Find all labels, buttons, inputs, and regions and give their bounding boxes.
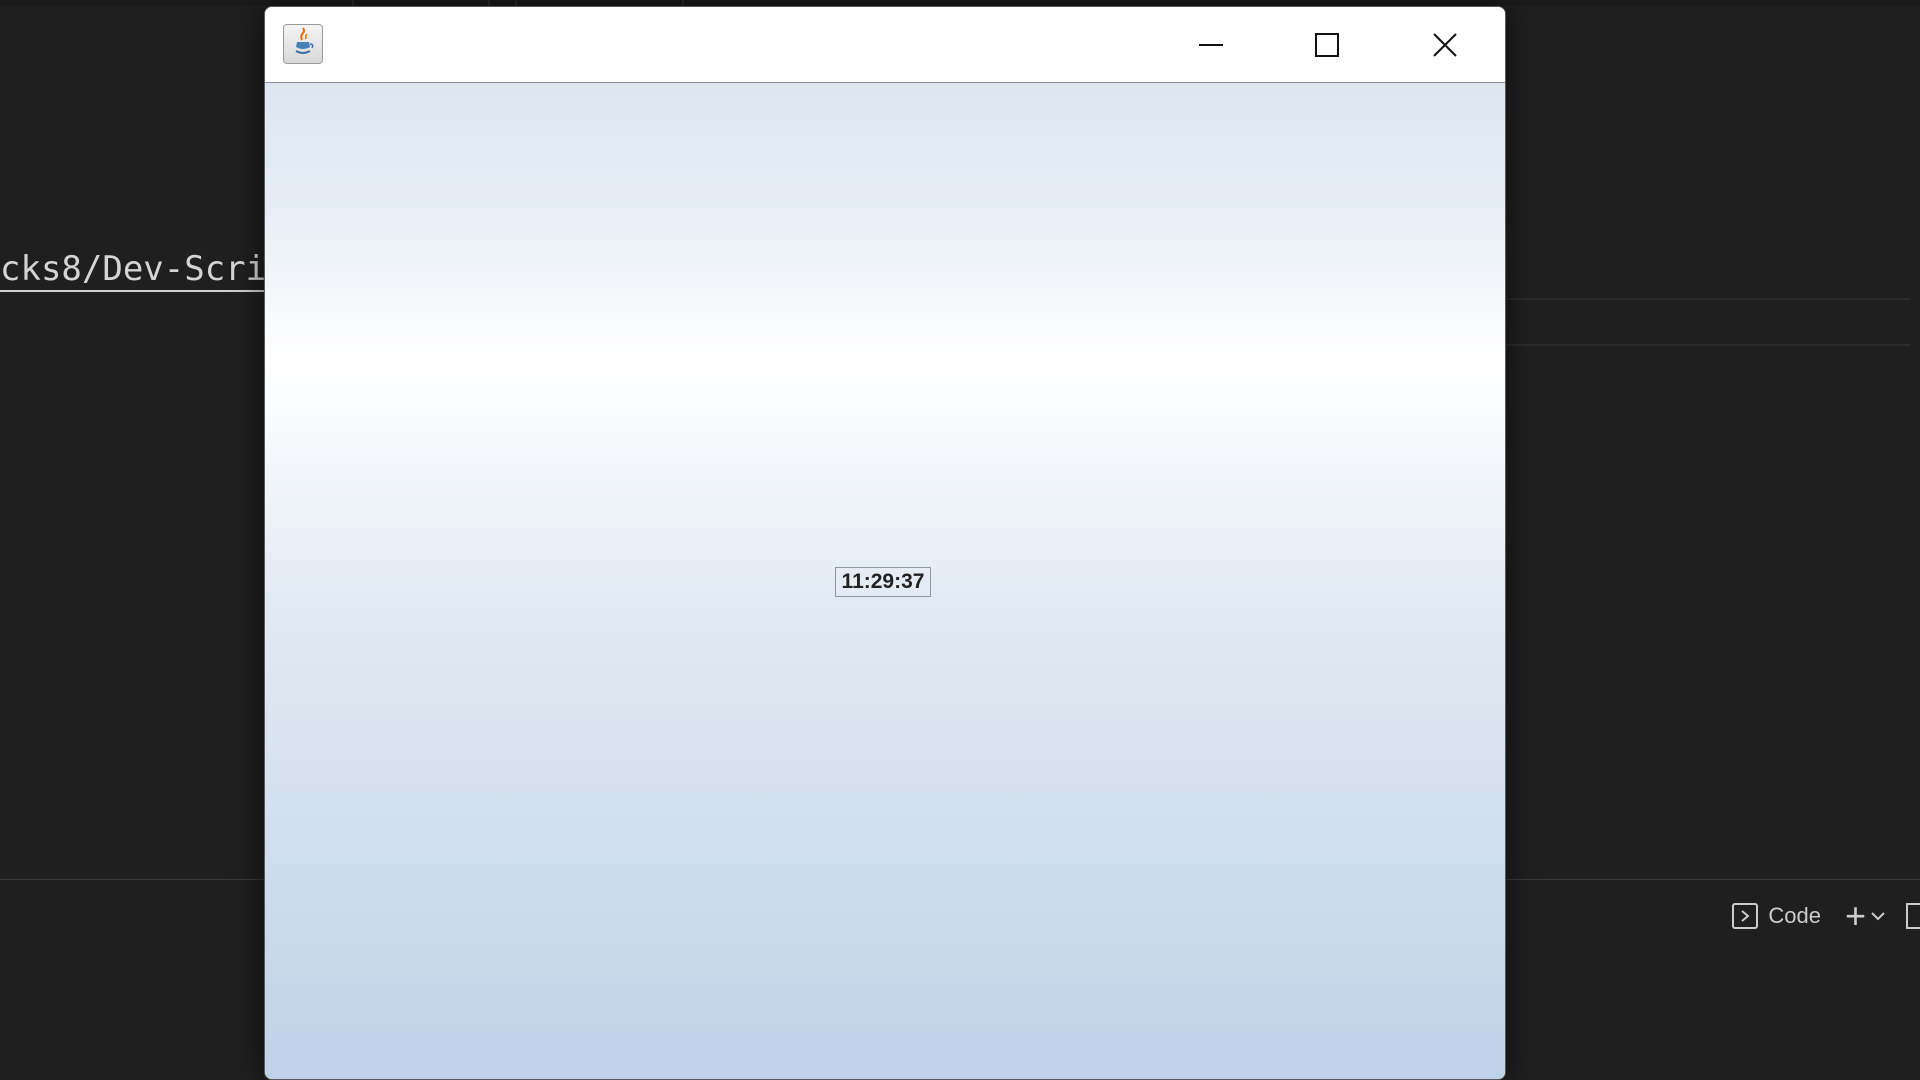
maximize-icon — [1315, 32, 1339, 57]
minimize-icon — [1199, 43, 1223, 46]
editor-divider — [1504, 344, 1910, 346]
java-icon[interactable] — [283, 24, 323, 64]
clock-label: 11:29:37 — [835, 567, 931, 597]
close-button[interactable] — [1387, 7, 1503, 82]
chevron-down-icon[interactable] — [1870, 908, 1886, 924]
split-icon[interactable] — [1906, 903, 1920, 929]
editor-link-text[interactable]: cks8/Dev-Scri — [0, 248, 271, 292]
close-icon — [1433, 32, 1457, 57]
terminal-icon[interactable] — [1732, 903, 1759, 929]
title-bar[interactable] — [265, 7, 1505, 83]
window-content: 11:29:37 — [265, 83, 1505, 1079]
terminal-toolbar: Code + — [1732, 898, 1920, 934]
java-window: 11:29:37 — [264, 6, 1506, 1080]
plus-icon[interactable]: + — [1845, 898, 1866, 934]
minimize-button[interactable] — [1153, 7, 1269, 82]
maximize-button[interactable] — [1269, 7, 1385, 82]
terminal-profile-label[interactable]: Code — [1768, 903, 1821, 929]
editor-divider — [1504, 298, 1910, 300]
